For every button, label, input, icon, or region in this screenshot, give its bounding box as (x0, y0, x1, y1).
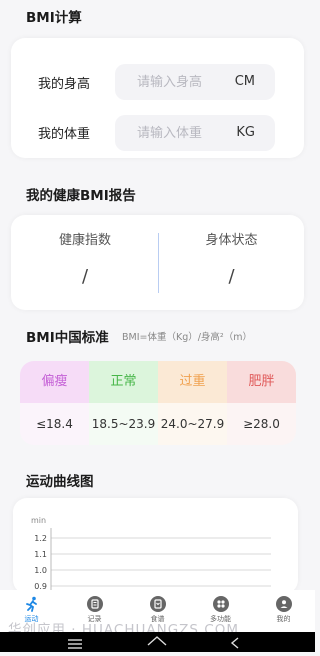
height-unit: CM (234, 74, 255, 89)
std-range-normal: 18.5~23.9 (89, 403, 158, 445)
height-field: CM (115, 64, 275, 100)
chart-y-tick-label: 1.0 (34, 566, 47, 575)
run-icon (24, 596, 40, 612)
system-nav-bar (0, 632, 315, 652)
std-head-normal: 正常 (89, 361, 158, 403)
status-column: 身体状态 / (159, 215, 304, 287)
std-range-obese: ≥28.0 (227, 403, 296, 445)
bmi-standard-table: 偏瘦 ≤18.4 正常 18.5~23.9 过重 24.0~27.9 肥胖 ≥2… (20, 361, 296, 445)
std-range-overweight: 24.0~27.9 (158, 403, 227, 445)
chart-title: 运动曲线图 (26, 474, 94, 490)
weight-field: KG (115, 115, 275, 151)
index-value: / (81, 266, 89, 287)
std-head-overweight: 过重 (158, 361, 227, 403)
chart-y-tick-label: 1.2 (34, 534, 47, 543)
index-label: 健康指数 (58, 233, 111, 248)
std-col-overweight: 过重 24.0~27.9 (158, 361, 227, 445)
weight-unit: KG (236, 125, 255, 140)
std-col-normal: 正常 18.5~23.9 (89, 361, 158, 445)
std-head-underweight: 偏瘦 (20, 361, 89, 403)
home-icon[interactable] (147, 636, 167, 646)
std-col-obese: 肥胖 ≥28.0 (227, 361, 296, 445)
std-col-underweight: 偏瘦 ≤18.4 (20, 361, 89, 445)
chart-unit-label: min (31, 516, 46, 525)
index-column: 健康指数 / (11, 215, 159, 287)
standard-formula: BMI=体重（Kg）/身高²（m） (122, 332, 252, 343)
person-icon (275, 596, 292, 612)
tab-mine-label: 我的 (276, 615, 291, 623)
weight-label: 我的体重 (38, 127, 91, 142)
std-head-obese: 肥胖 (227, 361, 296, 403)
report-card: 健康指数 / 身体状态 / (11, 215, 304, 310)
tab-mine[interactable]: 我的 (252, 590, 315, 632)
weight-input[interactable] (115, 115, 225, 151)
chart-y-tick-label: 1.1 (34, 550, 47, 559)
height-label: 我的身高 (38, 77, 91, 92)
record-icon (86, 596, 103, 612)
standard-title: BMI中国标准 (26, 330, 109, 346)
status-label: 身体状态 (205, 233, 258, 248)
report-title: 我的健康BMI报告 (26, 188, 136, 204)
exercise-line-chart: min1.21.11.00.90.8 (31, 516, 271, 594)
exercise-chart-card: min1.21.11.00.90.8 (13, 498, 298, 594)
std-range-underweight: ≤18.4 (20, 403, 89, 445)
menu-icon[interactable] (68, 639, 82, 649)
status-value: / (228, 266, 235, 287)
recipe-icon (149, 596, 166, 612)
grid-icon (212, 596, 229, 612)
height-input[interactable] (115, 64, 225, 100)
bmi-calc-title: BMI计算 (26, 10, 82, 26)
back-icon[interactable] (230, 637, 239, 649)
